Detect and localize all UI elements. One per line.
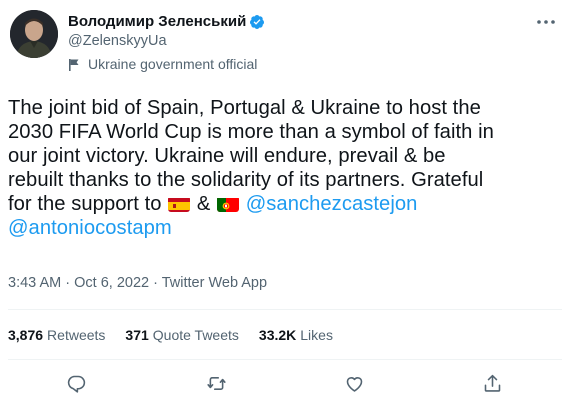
retweets-count: 3,876: [8, 327, 44, 343]
tweet-source[interactable]: Twitter Web App: [162, 275, 267, 291]
tweet-detail: Володимир Зеленський @ZelenskyyUa Ukrain…: [0, 0, 570, 404]
tweet-text-line: @antoniocostapm: [8, 216, 564, 240]
verified-badge-icon: [250, 14, 265, 29]
more-icon: [537, 20, 555, 24]
like-button[interactable]: [341, 370, 367, 396]
quotes-count: 371: [125, 327, 149, 343]
quotes-label: Quote Tweets: [152, 327, 239, 343]
more-options-button[interactable]: [534, 12, 558, 32]
retweet-icon: [206, 376, 226, 390]
tweet-text-line: 2030 FIFA World Cup is more than a symbo…: [8, 121, 494, 143]
like-icon: [346, 376, 362, 392]
author-handle[interactable]: @ZelenskyyUa: [68, 33, 167, 49]
flag-icon: [69, 58, 79, 71]
avatar-image: [10, 10, 58, 58]
tweet-actions: [0, 370, 570, 396]
tweet-date[interactable]: Oct 6, 2022: [74, 275, 149, 291]
likes-count: 33.2K: [258, 327, 297, 343]
quote-tweets-stat[interactable]: 371 Quote Tweets: [125, 327, 239, 343]
retweet-button[interactable]: [203, 370, 229, 396]
mention-antoniocostapm[interactable]: @antoniocostapm: [8, 217, 172, 239]
tweet-stats: 3,876 Retweets 371 Quote Tweets 33.2K Likes: [8, 327, 353, 343]
tweet-text-line: The joint bid of Spain, Portugal & Ukrai…: [8, 97, 481, 119]
separator: ·: [65, 275, 71, 291]
tweet-text-fragment: for the support to: [8, 193, 162, 215]
likes-stat[interactable]: 33.2K Likes: [259, 327, 333, 343]
share-icon: [484, 374, 500, 392]
avatar[interactable]: [10, 10, 58, 58]
display-name[interactable]: Володимир Зеленський: [68, 13, 246, 30]
ampersand: &: [196, 193, 211, 215]
tweet-text: The joint bid of Spain, Portugal & Ukrai…: [8, 96, 564, 240]
retweets-stat[interactable]: 3,876 Retweets: [8, 327, 105, 343]
likes-label: Likes: [300, 327, 333, 343]
label-text: Ukraine government official: [88, 56, 258, 72]
share-button[interactable]: [479, 370, 505, 396]
tweet-time[interactable]: 3:43 AM: [8, 275, 61, 291]
portugal-flag-icon: [217, 196, 240, 212]
tweet-meta: 3:43 AM · Oct 6, 2022 · Twitter Web App: [8, 275, 267, 291]
divider: [8, 309, 562, 310]
retweets-label: Retweets: [47, 327, 106, 343]
spain-flag-icon: [168, 196, 191, 212]
reply-button[interactable]: [63, 370, 89, 396]
tweet-text-line: our joint victory. Ukraine will endure, …: [8, 145, 446, 167]
mention-sanchezcastejon[interactable]: @sanchezcastejon: [246, 193, 418, 215]
reply-icon: [67, 375, 85, 393]
government-label[interactable]: Ukraine government official: [68, 56, 257, 72]
divider: [8, 359, 562, 360]
tweet-text-line: for the support to & @sanchezcastejon: [8, 192, 564, 216]
tweet-text-line: rebuilt thanks to the solidarity of its …: [8, 169, 484, 191]
separator: ·: [153, 275, 158, 291]
author-name-row: Володимир Зеленський: [68, 13, 265, 30]
